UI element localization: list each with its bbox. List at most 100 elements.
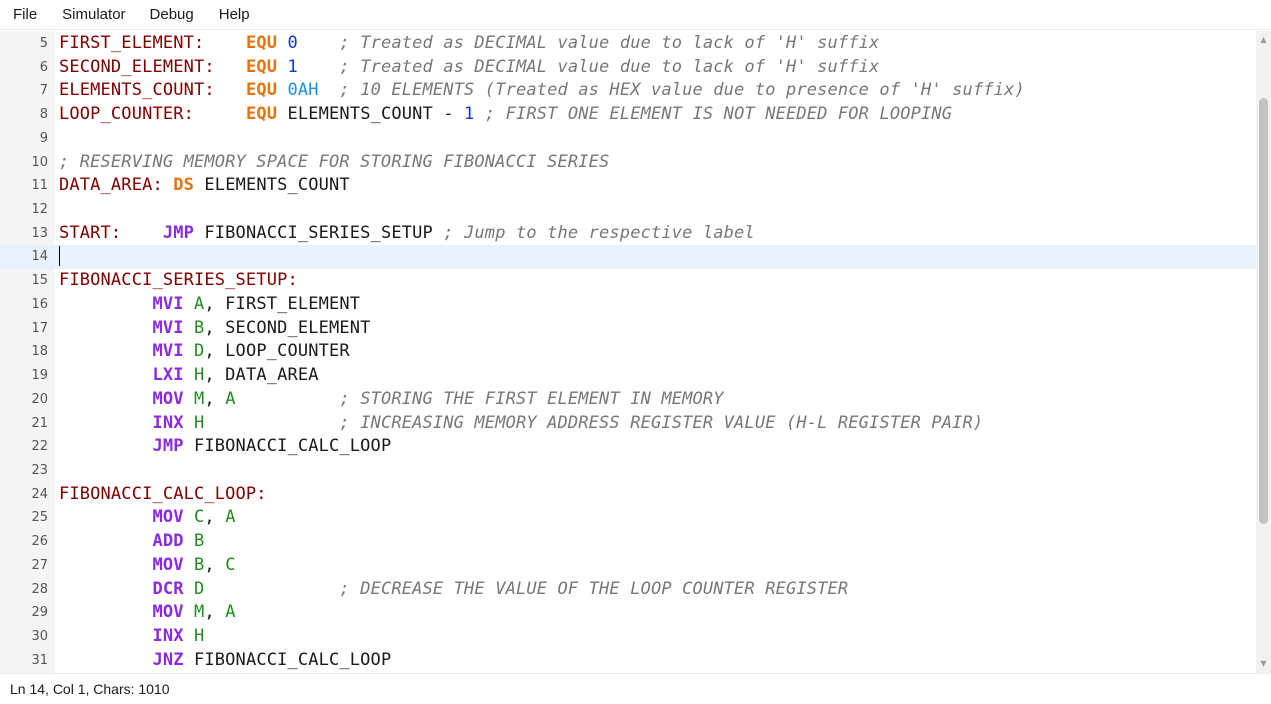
- code-text-line[interactable]: LXI H, DATA_AREA: [59, 364, 319, 388]
- code-line[interactable]: 17 MVI B, SECOND_ELEMENT: [0, 317, 1256, 341]
- code-text-line[interactable]: JMP FIBONACCI_CALC_LOOP: [59, 435, 391, 459]
- code-register: H: [194, 365, 205, 386]
- code-text-line[interactable]: ; RESERVING MEMORY SPACE FOR STORING FIB…: [59, 151, 609, 175]
- code-text-line[interactable]: FIBONACCI_CALC_LOOP:: [59, 483, 267, 507]
- code-text-line[interactable]: SECOND_ELEMENT: EQU 1 ; Treated as DECIM…: [59, 56, 879, 80]
- code-line[interactable]: 23: [0, 459, 1256, 483]
- code-line[interactable]: 15 FIBONACCI_SERIES_SETUP:: [0, 269, 1256, 293]
- code-instruction: DCR: [152, 578, 184, 599]
- code-text-line[interactable]: MOV M, A: [59, 601, 236, 625]
- code-line[interactable]: 22 JMP FIBONACCI_CALC_LOOP: [0, 435, 1256, 459]
- line-number: 9: [39, 130, 48, 146]
- code-register: D: [194, 578, 205, 599]
- code-line[interactable]: 18 MVI D, LOOP_COUNTER: [0, 340, 1256, 364]
- code-text-line[interactable]: MOV B, C: [59, 554, 236, 578]
- code-text: ,: [204, 602, 226, 623]
- code-text: ,: [204, 388, 226, 409]
- code-text-line[interactable]: DCR D ; DECREASE THE VALUE OF THE LOOP C…: [59, 578, 848, 602]
- code-line[interactable]: 30 INX H: [0, 625, 1256, 649]
- code-line[interactable]: 14: [0, 245, 1256, 270]
- line-number: 29: [31, 605, 48, 621]
- code-text-line[interactable]: INX H ; INCREASING MEMORY ADDRESS REGIST…: [59, 412, 983, 436]
- code-line[interactable]: 10 ; RESERVING MEMORY SPACE FOR STORING F…: [0, 151, 1256, 175]
- code-line[interactable]: 25 MOV C, A: [0, 506, 1256, 530]
- code-instruction: MVI: [152, 317, 184, 338]
- code-text-line[interactable]: FIRST_ELEMENT: EQU 0 ; Treated as DECIMA…: [59, 32, 879, 56]
- menu-help[interactable]: Help: [219, 0, 250, 30]
- code-line[interactable]: 21 INX H ; INCREASING MEMORY ADDRESS REG…: [0, 412, 1256, 436]
- code-text-line[interactable]: JNZ FIBONACCI_CALC_LOOP: [59, 649, 391, 673]
- code-line[interactable]: 28 DCR D ; DECREASE THE VALUE OF THE LOO…: [0, 578, 1256, 602]
- code-line[interactable]: 9: [0, 127, 1256, 151]
- scroll-up-arrow-icon[interactable]: ▲: [1259, 35, 1268, 45]
- code-instruction: LXI: [152, 365, 184, 386]
- menu-bar: File Simulator Debug Help: [0, 0, 1271, 30]
- code-line[interactable]: 7 ELEMENTS_COUNT: EQU 0AH ; 10 ELEMENTS (…: [0, 79, 1256, 103]
- code-text-line[interactable]: LOOP_COUNTER: EQU ELEMENTS_COUNT - 1 ; F…: [59, 103, 952, 127]
- code-text-line[interactable]: MOV M, A ; STORING THE FIRST ELEMENT IN …: [59, 388, 724, 412]
- vertical-scrollbar[interactable]: ▲ ▼: [1256, 31, 1271, 673]
- code-line[interactable]: 29 MOV M, A: [0, 601, 1256, 625]
- code-text-line[interactable]: MVI A, FIRST_ELEMENT: [59, 293, 360, 317]
- code-line[interactable]: 24 FIBONACCI_CALC_LOOP:: [0, 483, 1256, 507]
- code-line[interactable]: 5 FIRST_ELEMENT: EQU 0 ; Treated as DECIM…: [0, 32, 1256, 56]
- code-text-line[interactable]: ELEMENTS_COUNT: EQU 0AH ; 10 ELEMENTS (T…: [59, 79, 1025, 103]
- code-editor[interactable]: 5 FIRST_ELEMENT: EQU 0 ; Treated as DECIM…: [0, 31, 1271, 673]
- code-line[interactable]: 13 START: JMP FIBONACCI_SERIES_SETUP ; Ju…: [0, 222, 1256, 246]
- code-line[interactable]: 19 LXI H, DATA_AREA: [0, 364, 1256, 388]
- code-text-line[interactable]: INX H: [59, 625, 204, 649]
- line-number: 11: [31, 178, 48, 194]
- code-lines[interactable]: 5 FIRST_ELEMENT: EQU 0 ; Treated as DECIM…: [0, 32, 1256, 672]
- code-line[interactable]: 16 MVI A, FIRST_ELEMENT: [0, 293, 1256, 317]
- scrollbar-thumb[interactable]: [1259, 98, 1268, 524]
- code-line[interactable]: 27 MOV B, C: [0, 554, 1256, 578]
- code-hex-number: 0AH: [287, 80, 319, 101]
- code-text-line[interactable]: ADD B: [59, 530, 204, 554]
- code-line[interactable]: 26 ADD B: [0, 530, 1256, 554]
- menu-simulator[interactable]: Simulator: [62, 0, 125, 30]
- line-number: 8: [39, 107, 48, 123]
- code-line[interactable]: 11 DATA_AREA: DS ELEMENTS_COUNT: [0, 174, 1256, 198]
- code-register: A: [225, 507, 236, 528]
- code-line[interactable]: 31 JNZ FIBONACCI_CALC_LOOP: [0, 649, 1256, 673]
- code-comment: ; 10 ELEMENTS (Treated as HEX value due …: [339, 80, 1025, 101]
- code-line[interactable]: 8 LOOP_COUNTER: EQU ELEMENTS_COUNT - 1 ; …: [0, 103, 1256, 127]
- code-text: ELEMENTS_COUNT -: [287, 104, 465, 125]
- code-text-line[interactable]: START: JMP FIBONACCI_SERIES_SETUP ; Jump…: [59, 222, 755, 246]
- code-text: ,: [204, 507, 226, 528]
- code-text-line[interactable]: DATA_AREA: DS ELEMENTS_COUNT: [59, 174, 350, 198]
- code-comment: ; Jump to the respective label: [443, 222, 755, 243]
- code-line[interactable]: 20 MOV M, A ; STORING THE FIRST ELEMENT …: [0, 388, 1256, 412]
- code-line[interactable]: 6 SECOND_ELEMENT: EQU 1 ; Treated as DECI…: [0, 56, 1256, 80]
- status-bar: Ln 14, Col 1, Chars: 1010: [0, 673, 1271, 704]
- code-text-line[interactable]: MVI B, SECOND_ELEMENT: [59, 317, 371, 341]
- code-text: , LOOP_COUNTER: [204, 341, 350, 362]
- menu-file[interactable]: File: [13, 0, 37, 30]
- code-text-line[interactable]: [59, 245, 60, 269]
- code-text-line[interactable]: FIBONACCI_SERIES_SETUP:: [59, 269, 298, 293]
- code-text: FIBONACCI_CALC_LOOP: [194, 436, 392, 457]
- menu-debug[interactable]: Debug: [150, 0, 194, 30]
- code-text-line[interactable]: MVI D, LOOP_COUNTER: [59, 340, 350, 364]
- line-number: 18: [31, 344, 48, 360]
- code-text: , FIRST_ELEMENT: [204, 293, 361, 314]
- scroll-down-arrow-icon[interactable]: ▼: [1259, 659, 1268, 669]
- code-text-line[interactable]: MOV C, A: [59, 506, 236, 530]
- code-line[interactable]: 12: [0, 198, 1256, 222]
